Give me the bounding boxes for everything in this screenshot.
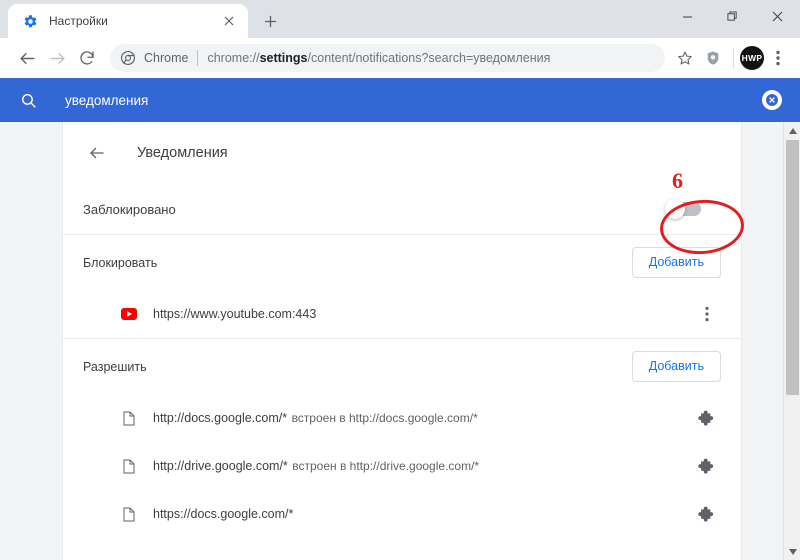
section-label-allow: Разрешить <box>83 359 147 374</box>
three-dots-icon[interactable] <box>764 44 792 72</box>
back-button[interactable] <box>12 43 42 73</box>
address-bar-url: chrome://settings/content/notifications?… <box>207 51 550 65</box>
window-controls <box>665 0 800 32</box>
section-header-allow: Разрешить Добавить <box>63 338 741 394</box>
scroll-down-icon[interactable] <box>784 543 800 560</box>
tab-strip: Настройки <box>0 0 800 38</box>
youtube-icon <box>121 306 137 322</box>
search-icon <box>18 90 38 110</box>
security-chip-label: Chrome <box>144 51 189 65</box>
list-item[interactable]: http://docs.google.com/* встроен в http:… <box>63 394 741 442</box>
tab-close-icon[interactable] <box>220 12 238 30</box>
puzzle-piece-icon[interactable] <box>693 452 721 480</box>
minimize-button[interactable] <box>665 0 710 32</box>
section-label-block: Блокировать <box>83 255 158 270</box>
url-prefix: chrome:// <box>207 51 260 65</box>
site-url: http://docs.google.com/* <box>153 411 288 425</box>
clear-search-icon[interactable] <box>762 90 782 110</box>
settings-search-banner: уведомления <box>0 78 800 122</box>
star-icon[interactable] <box>671 44 699 72</box>
address-bar[interactable]: Chrome chrome://settings/content/notific… <box>110 44 665 72</box>
list-item-text: https://www.youtube.com:443 <box>153 305 693 323</box>
puzzle-piece-icon[interactable] <box>693 404 721 432</box>
shield-icon[interactable] <box>699 44 727 72</box>
omnibox-divider <box>197 50 199 66</box>
list-item[interactable]: http://drive.google.com/* встроен в http… <box>63 442 741 490</box>
settings-header: Уведомления <box>63 122 741 184</box>
page-scrollbar[interactable] <box>783 122 800 560</box>
site-url: https://docs.google.com/* <box>153 507 294 521</box>
list-item-text: https://docs.google.com/* <box>153 505 693 523</box>
avatar[interactable]: HWP <box>740 46 764 70</box>
site-url: https://www.youtube.com:443 <box>153 307 317 321</box>
site-embedded-note: встроен в http://docs.google.com/* <box>291 411 478 425</box>
gear-icon <box>22 13 38 29</box>
url-bold-segment: settings <box>259 51 308 65</box>
toggle-knob <box>665 199 685 219</box>
restore-button[interactable] <box>710 0 755 32</box>
list-item-text: http://docs.google.com/* встроен в http:… <box>153 409 693 427</box>
page-icon <box>121 410 137 426</box>
list-item[interactable]: https://docs.google.com/* <box>63 490 741 538</box>
page-icon <box>121 506 137 522</box>
section-header-block: Блокировать Добавить <box>63 234 741 290</box>
list-item-text: http://drive.google.com/* встроен в http… <box>153 457 693 475</box>
puzzle-piece-icon[interactable] <box>693 500 721 528</box>
settings-search-query[interactable]: уведомления <box>65 93 762 108</box>
toolbar-divider <box>733 48 734 68</box>
new-tab-button[interactable] <box>256 7 284 35</box>
scrollbar-thumb[interactable] <box>786 140 799 395</box>
notifications-toggle-row: Заблокировано <box>63 184 741 234</box>
settings-back-button[interactable] <box>81 137 113 169</box>
close-button[interactable] <box>755 0 800 32</box>
add-button-block[interactable]: Добавить <box>631 247 721 278</box>
site-embedded-note: встроен в http://drive.google.com/* <box>292 459 480 473</box>
browser-tab-settings[interactable]: Настройки <box>8 4 248 38</box>
forward-button[interactable] <box>42 43 72 73</box>
notifications-toggle[interactable] <box>665 199 701 219</box>
site-url: http://drive.google.com/* <box>153 459 288 473</box>
chrome-logo-icon <box>120 50 136 66</box>
settings-card: Уведомления Заблокировано Блокировать До… <box>62 122 742 560</box>
toggle-label: Заблокировано <box>83 201 176 217</box>
page-icon <box>121 458 137 474</box>
settings-page: Уведомления Заблокировано Блокировать До… <box>0 122 800 560</box>
three-dots-icon[interactable] <box>693 300 721 328</box>
reload-button[interactable] <box>72 43 102 73</box>
tab-title: Настройки <box>49 14 108 28</box>
url-suffix: /content/notifications?search=уведомлени… <box>307 51 551 65</box>
browser-toolbar: Chrome chrome://settings/content/notific… <box>0 38 800 78</box>
add-button-allow[interactable]: Добавить <box>631 351 721 382</box>
list-item[interactable]: https://www.youtube.com:443 <box>63 290 741 338</box>
page-title: Уведомления <box>137 145 228 161</box>
scroll-up-icon[interactable] <box>784 122 800 139</box>
